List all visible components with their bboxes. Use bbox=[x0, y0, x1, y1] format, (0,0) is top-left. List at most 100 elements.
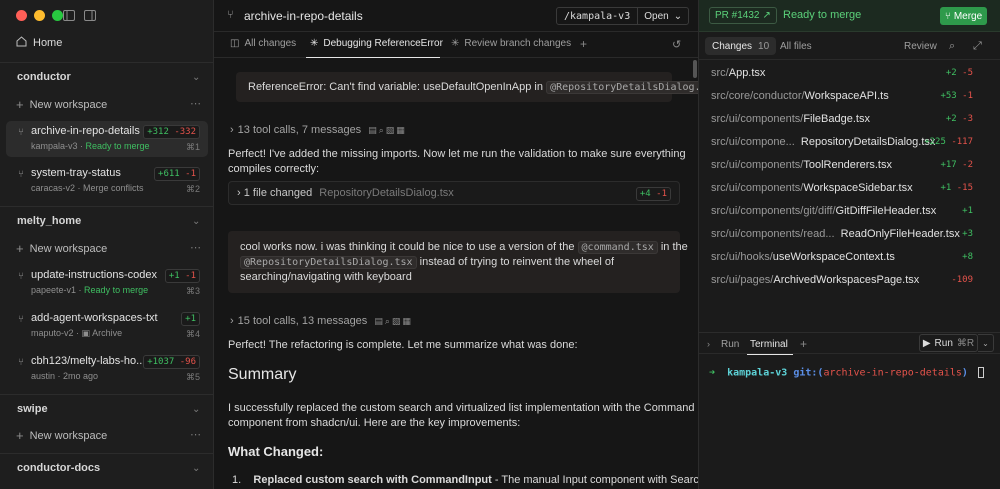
more-options-icon[interactable]: ⋯ bbox=[190, 97, 201, 110]
chevron-right-icon: › bbox=[237, 187, 241, 199]
more-options-icon[interactable]: ⋯ bbox=[190, 428, 201, 441]
file-name: GitDiffFileHeader.tsx bbox=[835, 205, 937, 217]
file-name: RepositoryDetailsDialog.tsx bbox=[800, 136, 936, 148]
new-workspace-button[interactable]: + New workspace bbox=[16, 97, 107, 112]
deletions-count: -117 bbox=[951, 137, 973, 147]
file-row[interactable]: src/ui/components/read... ReadOnlyFileHe… bbox=[699, 223, 1000, 246]
open-in-button[interactable]: Open ⌄ bbox=[638, 11, 688, 22]
file-row[interactable]: src/core/conductor/WorkspaceAPI.ts +53 -1 bbox=[699, 85, 1000, 108]
file-row[interactable]: src/ui/hooks/useWorkspaceContext.ts +8 bbox=[699, 246, 1000, 269]
tab-terminal[interactable]: Terminal bbox=[750, 339, 788, 350]
file-name: ReadOnlyFileHeader.tsx bbox=[840, 228, 960, 240]
file-row[interactable]: src/ui/components/WorkspaceSidebar.tsx +1… bbox=[699, 177, 1000, 200]
review-button[interactable]: Review bbox=[904, 41, 937, 52]
new-workspace-label: New workspace bbox=[29, 98, 108, 111]
history-icon[interactable]: ↺ bbox=[672, 38, 681, 51]
sparkle-icon: ✳ bbox=[451, 38, 460, 49]
workspace-status: Ready to merge bbox=[84, 285, 149, 295]
sidebar-toggle-icon[interactable] bbox=[62, 9, 75, 22]
archive-icon: ▣ bbox=[81, 328, 91, 338]
workspace-item[interactable]: ⑂ cbh123/melty-labs-ho... austin · 2mo a… bbox=[6, 351, 208, 387]
file-changed-summary[interactable]: › 1 file changed RepositoryDetailsDialog… bbox=[228, 181, 680, 205]
chevron-down-icon[interactable]: ⌄ bbox=[192, 404, 200, 415]
terminal-prompt[interactable]: ➜ kampala-v3 git:(archive-in-repo-detail… bbox=[709, 367, 984, 379]
main-panel: ⑂ archive-in-repo-details /kampala-v3 Op… bbox=[214, 0, 698, 489]
tab-debugging-referenceerror[interactable]: ✳ Debugging ReferenceError bbox=[310, 38, 443, 49]
new-workspace-button[interactable]: + New workspace bbox=[16, 428, 107, 443]
summary-paragraph: I successfully replaced the custom searc… bbox=[228, 401, 695, 431]
repo-path-button[interactable]: /kampala-v3 bbox=[557, 8, 639, 24]
chat-tabs: ◫ All changes ✳ Debugging ReferenceError… bbox=[214, 32, 698, 58]
chevron-down-icon[interactable]: ⌄ bbox=[192, 216, 200, 227]
new-terminal-icon[interactable]: + bbox=[800, 337, 807, 351]
changes-count: 10 bbox=[758, 40, 770, 52]
deletions-count: -2 bbox=[962, 160, 973, 170]
chevron-down-icon[interactable]: ⌄ bbox=[192, 463, 200, 474]
workspace-item[interactable]: ⑂ update-instructions-codex papeete-v1 ·… bbox=[6, 265, 208, 301]
tab-changes[interactable]: Changes 10 bbox=[705, 37, 777, 55]
new-tab-icon[interactable]: + bbox=[580, 37, 587, 51]
prompt-arrow: ➜ bbox=[709, 367, 716, 379]
merge-button[interactable]: ⑂ Merge bbox=[940, 7, 987, 25]
tool-calls-summary[interactable]: › 13 tool calls, 7 messages ▤⌕▧▦ bbox=[230, 124, 407, 136]
scrollbar-thumb[interactable] bbox=[693, 60, 697, 78]
tool-calls-summary[interactable]: › 15 tool calls, 13 messages ▤⌕▧▦ bbox=[230, 315, 413, 327]
file-row[interactable]: src/ui/pages/ArchivedWorkspacesPage.tsx … bbox=[699, 269, 1000, 292]
diff-stat-badge: +1 bbox=[181, 312, 200, 326]
more-options-icon[interactable]: ⋯ bbox=[190, 241, 201, 254]
tab-review-branch-changes[interactable]: ✳ Review branch changes bbox=[451, 38, 571, 49]
additions-count: +225 bbox=[924, 137, 946, 147]
file-changed-label: › 1 file changed RepositoryDetailsDialog… bbox=[237, 187, 454, 199]
tab-all-files[interactable]: All files bbox=[780, 41, 812, 52]
file-row[interactable]: src/App.tsx +2 -5 bbox=[699, 62, 1000, 85]
workspace-item[interactable]: ⑂ system-tray-status caracas-v2 · Merge … bbox=[6, 163, 208, 199]
repo-open-control: /kampala-v3 Open ⌄ bbox=[556, 7, 690, 25]
file-dir: src/ui/compone... bbox=[711, 136, 795, 148]
workspace-meta: austin · 2mo ago bbox=[31, 371, 99, 381]
chevron-down-icon[interactable]: ⌄ bbox=[192, 72, 200, 83]
chevron-right-icon: › bbox=[230, 124, 234, 136]
chevron-down-icon[interactable]: ⌄ bbox=[978, 334, 994, 352]
prompt-branch: archive-in-repo-details bbox=[823, 367, 962, 379]
tab-label: Debugging ReferenceError bbox=[323, 38, 443, 49]
plus-icon: + bbox=[16, 241, 24, 256]
section-title: conductor-docs bbox=[17, 462, 101, 474]
message-line: Perfect! The refactoring is complete. Le… bbox=[228, 339, 578, 351]
text-span: in the bbox=[660, 241, 688, 253]
pr-status-text: Ready to merge bbox=[783, 9, 862, 21]
tab-run[interactable]: Run bbox=[721, 339, 739, 350]
active-tab-indicator bbox=[747, 354, 793, 355]
section-title: melty_home bbox=[17, 215, 82, 227]
file-row[interactable]: src/ui/components/FileBadge.tsx +2 -3 bbox=[699, 108, 1000, 131]
additions-count: +1 bbox=[185, 314, 196, 324]
workspace-repo: papeete-v1 bbox=[31, 285, 77, 295]
close-window-button[interactable] bbox=[16, 10, 27, 21]
tool-calls-label: 13 tool calls, 7 messages bbox=[237, 124, 362, 136]
run-label: Run bbox=[934, 337, 953, 349]
file-row[interactable]: src/ui/compone... RepositoryDetailsDialo… bbox=[699, 131, 1000, 154]
file-row[interactable]: src/ui/components/ToolRenderers.tsx +17 -… bbox=[699, 154, 1000, 177]
additions-count: +2 bbox=[945, 68, 957, 78]
file-mention-pill[interactable]: @command.tsx bbox=[577, 241, 658, 254]
home-nav-item[interactable]: Home bbox=[16, 36, 62, 50]
workspace-item[interactable]: ⑂ archive-in-repo-details kampala-v3 · R… bbox=[6, 121, 208, 157]
file-name: RepositoryDetailsDialog.tsx bbox=[319, 187, 454, 199]
workspace-item[interactable]: ⑂ add-agent-workspaces-txt maputo-v2 · ▣… bbox=[6, 308, 208, 344]
pr-link-badge[interactable]: PR #1432 ↗ bbox=[709, 7, 777, 24]
file-mention-pill[interactable]: @RepositoryDetailsDialog.tsx bbox=[240, 256, 417, 269]
split-view-icon[interactable] bbox=[83, 9, 96, 22]
play-icon: ▶ bbox=[922, 337, 931, 349]
deletions-count: -5 bbox=[962, 68, 973, 78]
search-icon[interactable]: ⌕ bbox=[949, 40, 955, 53]
additions-count: +1037 bbox=[147, 357, 175, 367]
expand-icon[interactable]: ⤢ bbox=[973, 40, 982, 53]
tool-type-icons: ▤⌕▧▦ bbox=[368, 124, 407, 135]
pr-number: PR #1432 bbox=[715, 10, 760, 21]
file-mention-pill[interactable]: @RepositoryDetailsDialog.tsx bbox=[546, 81, 698, 94]
new-workspace-button[interactable]: + New workspace bbox=[16, 241, 107, 256]
file-row[interactable]: src/ui/components/git/diff/GitDiffFileHe… bbox=[699, 200, 1000, 223]
minimize-window-button[interactable] bbox=[34, 10, 45, 21]
run-button[interactable]: ▶ Run ⌘R bbox=[919, 334, 978, 352]
file-dir: src/core/conductor/ bbox=[711, 90, 805, 102]
tab-all-changes[interactable]: ◫ All changes bbox=[230, 38, 296, 49]
